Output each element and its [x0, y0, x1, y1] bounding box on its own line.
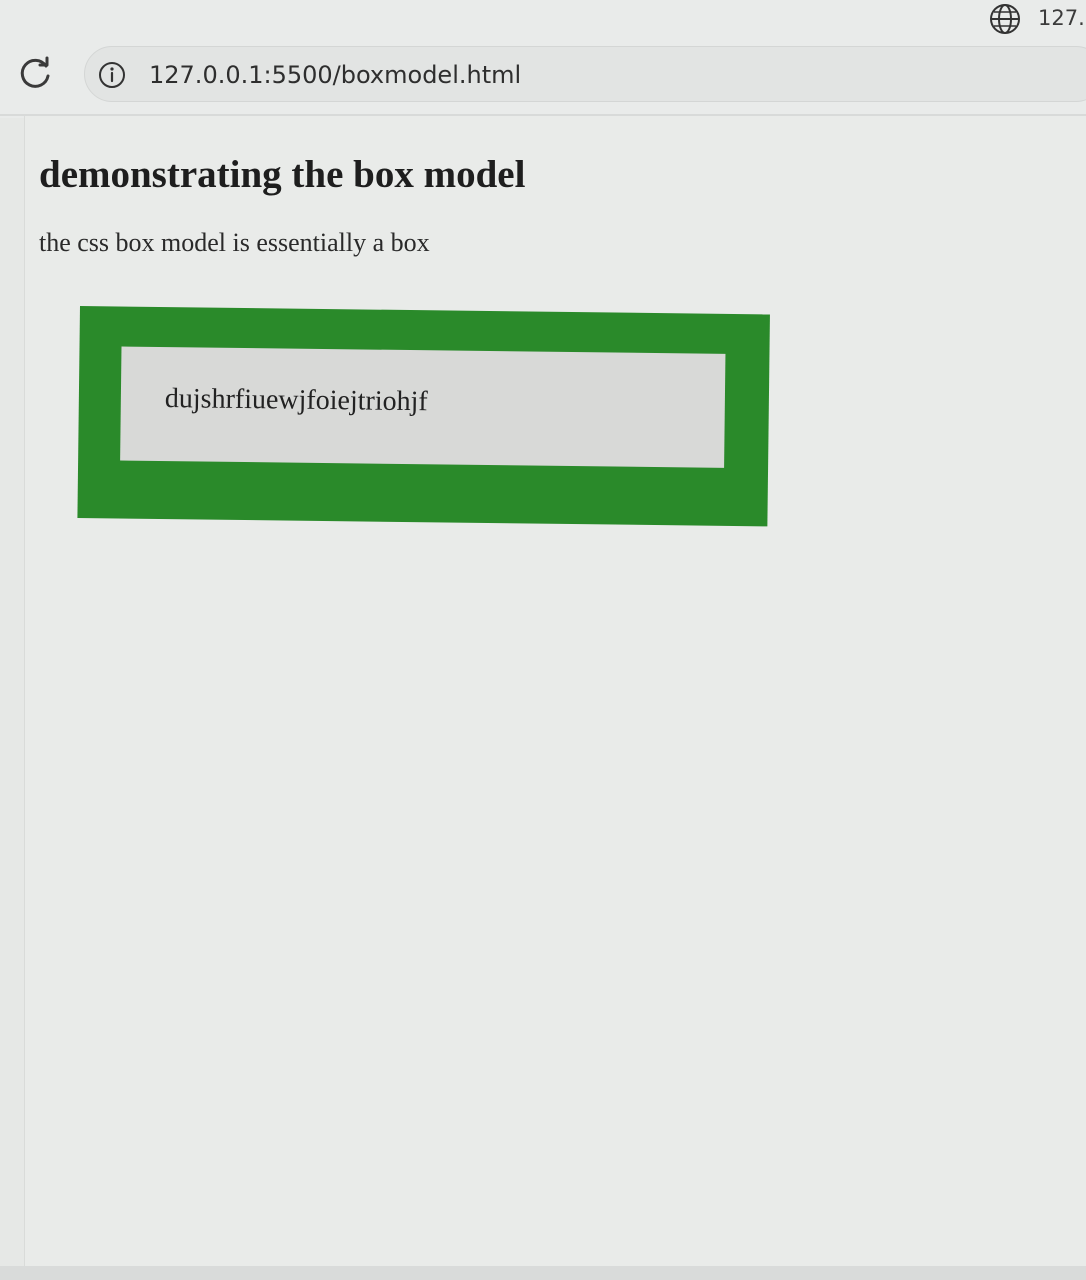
globe-icon[interactable] [988, 2, 1022, 36]
screen-bottom-edge [0, 1266, 1086, 1280]
box-content-text: dujshrfiuewjfoiejtriohjf [164, 383, 428, 418]
address-bar[interactable]: 127.0.0.1:5500/boxmodel.html [84, 46, 1086, 102]
page-heading: demonstrating the box model [39, 153, 526, 196]
url-text[interactable]: 127.0.0.1:5500/boxmodel.html [149, 61, 521, 89]
tab-title[interactable]: 127.0.0.1:5500/boxmodel.html [1038, 6, 1086, 30]
box-model-border: dujshrfiuewjfoiejtriohjf [77, 306, 770, 527]
page-paragraph: the css box model is essentially a box [39, 228, 430, 257]
box-model-content-area: dujshrfiuewjfoiejtriohjf [120, 346, 726, 468]
reload-icon[interactable] [16, 54, 54, 92]
info-icon[interactable] [97, 60, 127, 90]
page-viewport: demonstrating the box model the css box … [24, 116, 1086, 1266]
browser-chrome: 127.0.0.1:5500/boxmodel.html 127.0.0.1:5… [0, 0, 1086, 118]
